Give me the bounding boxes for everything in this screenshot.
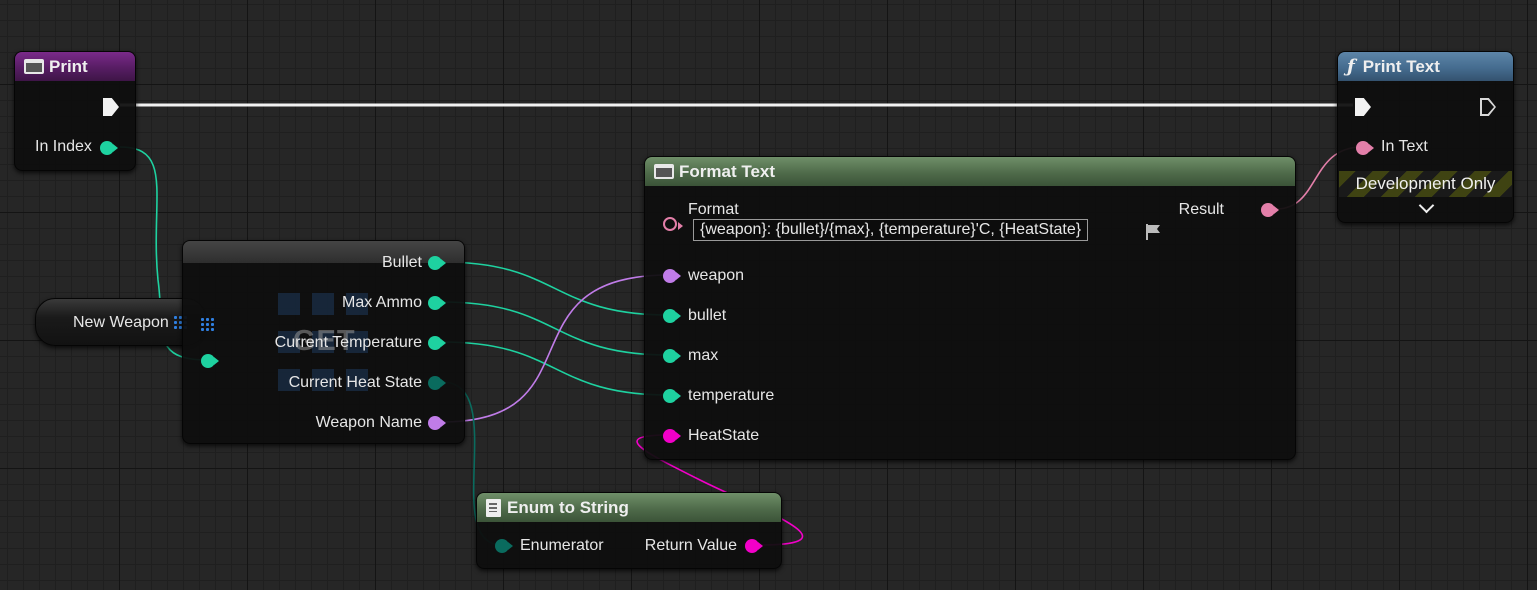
document-icon [486,498,501,517]
enum-to-string-title: Enum to String [507,497,629,517]
pin-label-bullet: bullet [688,307,727,324]
pin-label-in-index: In Index [35,138,92,155]
function-icon: ƒ [1347,56,1355,77]
pin-label-temperature: temperature [688,387,775,404]
bullet-pin[interactable] [663,309,681,323]
bullet-out-pin[interactable] [428,256,446,270]
exec-out-pin[interactable] [1480,98,1496,116]
pin-label-heatstate: HeatState [688,427,760,444]
wire-max [441,301,670,356]
exec-in-pin[interactable] [1355,98,1371,116]
wire-weapon [441,274,670,423]
temperature-pin[interactable] [663,389,681,403]
new-weapon-label: New Weapon [73,314,169,331]
return-value-pin[interactable] [745,539,763,553]
in-index-pin[interactable] [100,141,118,155]
event-node-icon [24,59,44,74]
print-text-node-title: Print Text [1362,56,1440,76]
format-text-input[interactable]: {weapon}: {bullet}/{max}, {temperature}'… [693,219,1089,241]
exec-out-pin[interactable] [103,98,119,116]
enumerator-pin[interactable] [495,539,513,553]
format-text-node[interactable]: Format Text Format {weapon}: {bullet}/{m… [644,156,1296,460]
pin-label-weapon: weapon [688,267,745,284]
struct-grid-icon[interactable] [200,317,214,331]
format-text-node-title: Format Text [679,161,776,181]
new-weapon-variable-node[interactable]: New Weapon [35,298,206,346]
max-pin[interactable] [663,349,681,363]
max-ammo-out-pin[interactable] [428,296,446,310]
current-temperature-out-pin[interactable] [428,336,446,350]
result-pin[interactable] [1261,203,1279,217]
format-pin[interactable] [663,217,683,231]
print-text-node[interactable]: ƒ Print Text In Text Development Only [1337,51,1514,223]
enum-to-string-node[interactable]: Enum to String Enumerator Return Value [476,492,782,569]
pin-label-weapon-name: Weapon Name [315,414,422,431]
print-node-header[interactable]: Print [15,52,135,81]
pin-label-current-heat-state: Current Heat State [288,374,422,391]
format-text-value: {weapon}: {bullet}/{max}, {temperature}'… [700,221,1082,238]
get-struct-node[interactable]: GET Bullet Max Ammo Current Temperature … [182,240,465,444]
pin-label-in-text: In Text [1381,138,1428,155]
pin-label-bullet: Bullet [381,254,422,271]
weapon-pin[interactable] [663,269,681,283]
wire-temperature [441,341,670,396]
format-text-node-header[interactable]: Format Text [645,157,1295,186]
pin-label-max: max [688,347,719,364]
node-icon [654,164,674,179]
current-heat-state-out-pin[interactable] [428,376,446,390]
struct-input-pin[interactable] [201,354,219,368]
print-text-node-header[interactable]: ƒ Print Text [1338,52,1513,81]
print-node-title: Print [49,56,88,76]
development-only-label: Development Only [1355,174,1496,193]
chevron-down-icon[interactable] [1418,197,1435,214]
pin-label-max-ammo: Max Ammo [341,294,422,311]
weapon-name-out-pin[interactable] [428,416,446,430]
pin-label-result: Result [1178,201,1224,218]
pin-label-enumerator: Enumerator [520,537,604,554]
pin-label-format: Format [688,201,739,218]
enum-to-string-header[interactable]: Enum to String [477,493,781,522]
print-node[interactable]: Print In Index [14,51,136,171]
development-only-bar: Development Only [1339,171,1512,197]
heatstate-pin[interactable] [663,429,681,443]
flag-icon[interactable] [1145,224,1161,240]
wire-bullet [441,261,670,316]
pin-label-return-value: Return Value [644,537,737,554]
in-text-pin[interactable] [1356,141,1374,155]
pin-label-current-temperature: Current Temperature [274,334,422,351]
